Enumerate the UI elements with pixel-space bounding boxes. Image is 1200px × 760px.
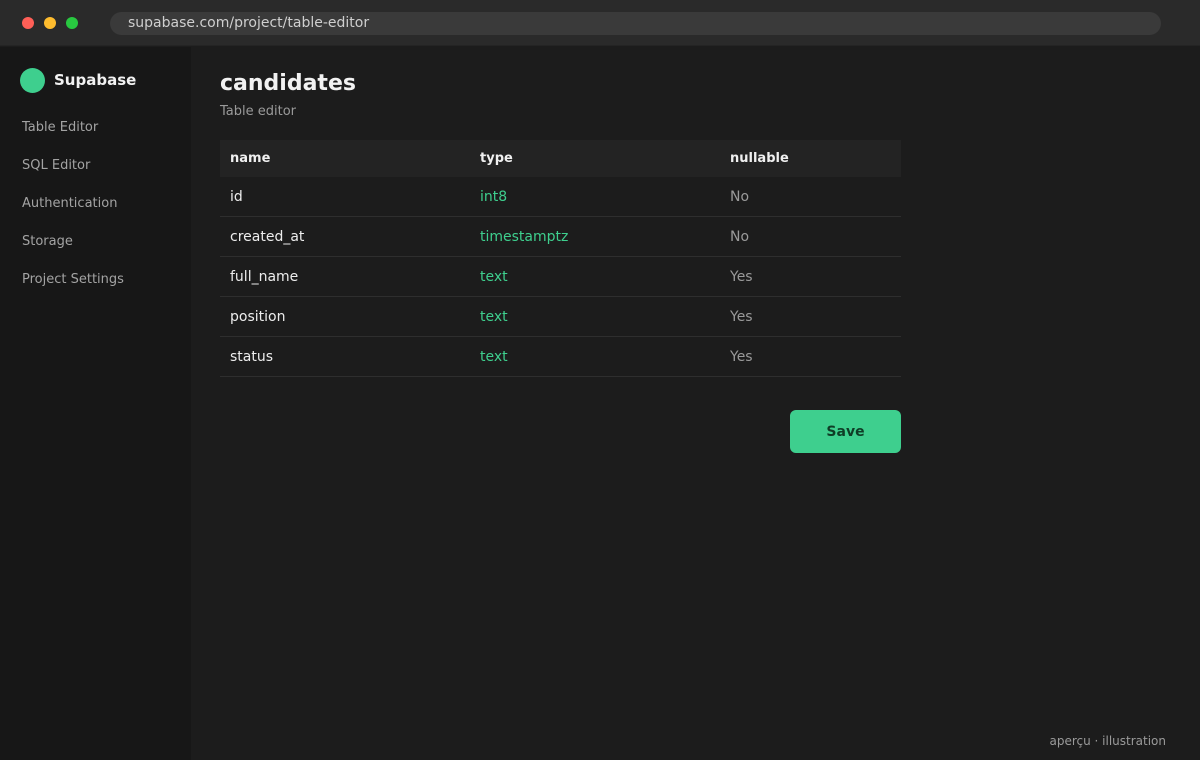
- sidebar-item-sql-editor[interactable]: SQL Editor: [22, 157, 124, 195]
- cell-type: text: [480, 308, 508, 325]
- cell-name: position: [230, 308, 286, 325]
- table-row[interactable]: created_at timestamptz No: [220, 217, 901, 257]
- column-header-nullable: nullable: [730, 151, 789, 166]
- column-header-type: type: [480, 151, 513, 166]
- cell-nullable: Yes: [730, 348, 753, 365]
- footer-note: aperçu · illustration: [1049, 734, 1166, 748]
- cell-nullable: No: [730, 188, 750, 205]
- save-button[interactable]: Save: [790, 410, 901, 453]
- table-row[interactable]: position text Yes: [220, 297, 901, 337]
- cell-type: text: [480, 348, 508, 365]
- column-header-name: name: [230, 151, 271, 166]
- maximize-window-icon[interactable]: [66, 17, 78, 29]
- cell-name: id: [230, 188, 243, 205]
- sidebar-item-project-settings[interactable]: Project Settings: [22, 271, 124, 309]
- brand-name: Supabase: [54, 71, 137, 89]
- cell-name: created_at: [230, 228, 305, 245]
- cell-nullable: Yes: [730, 268, 753, 285]
- sidebar-nav: Table Editor SQL Editor Authentication S…: [22, 119, 124, 309]
- cell-type: int8: [480, 188, 508, 205]
- supabase-logo-icon: [20, 67, 45, 93]
- cell-name: status: [230, 348, 274, 365]
- brand[interactable]: Supabase: [20, 67, 136, 93]
- sidebar: Supabase Table Editor SQL Editor Authent…: [0, 47, 191, 760]
- table-row[interactable]: id int8 No: [220, 177, 901, 217]
- sidebar-item-storage[interactable]: Storage: [22, 233, 124, 271]
- columns-table: name type nullable id int8 No created_at…: [220, 140, 901, 377]
- cell-type: text: [480, 268, 508, 285]
- page-title: candidates: [220, 71, 356, 96]
- table-row[interactable]: status text Yes: [220, 337, 901, 377]
- cell-nullable: No: [730, 228, 750, 245]
- cell-name: full_name: [230, 268, 299, 285]
- close-window-icon[interactable]: [22, 17, 34, 29]
- minimize-window-icon[interactable]: [44, 17, 56, 29]
- address-bar[interactable]: supabase.com/project/table-editor: [110, 12, 1161, 35]
- table-header: name type nullable: [220, 140, 901, 177]
- page-subtitle: Table editor: [220, 104, 297, 119]
- cell-type: timestamptz: [480, 228, 569, 245]
- cell-nullable: Yes: [730, 308, 753, 325]
- sidebar-item-authentication[interactable]: Authentication: [22, 195, 124, 233]
- sidebar-item-table-editor[interactable]: Table Editor: [22, 119, 124, 157]
- browser-chrome: supabase.com/project/table-editor: [0, 0, 1200, 46]
- table-row[interactable]: full_name text Yes: [220, 257, 901, 297]
